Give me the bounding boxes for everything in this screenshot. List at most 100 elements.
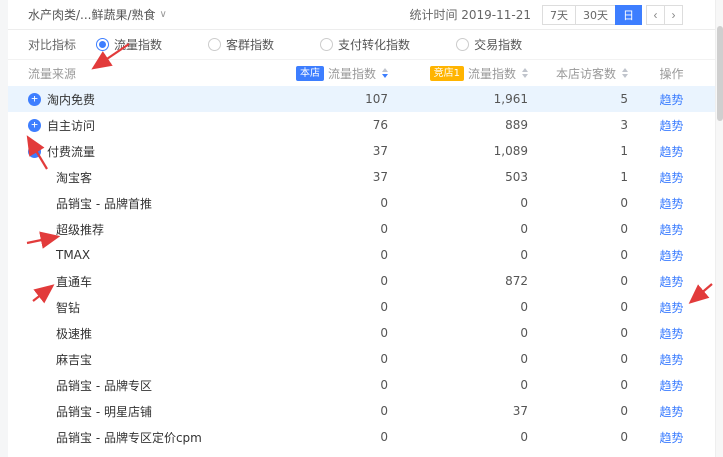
shop-visitors-value: 0 [528,326,628,340]
table-row: 麻吉宝 0 0 0 趋势 [8,346,723,372]
shop-index-value: 0 [270,430,388,444]
trend-link[interactable]: 趋势 [659,93,683,107]
trend-link[interactable]: 趋势 [659,327,683,341]
traffic-source-name: 淘内免费 [47,91,95,108]
trend-link[interactable]: 趋势 [659,353,683,367]
table-row: 智钻 0 0 0 趋势 [8,294,723,320]
radio-icon [456,38,469,51]
chevron-right-icon: › [672,8,676,22]
table-body: + 淘内免费 107 1,961 5 趋势 + 自主访问 76 889 3 趋势… [8,86,723,450]
range-day-button[interactable]: 日 [615,5,642,25]
range-30d-button[interactable]: 30天 [575,5,616,25]
traffic-source-cell: + 自主访问 [8,117,270,134]
traffic-source-name: 自主访问 [47,117,95,134]
traffic-source-name: 品销宝 - 明星店铺 [56,403,152,420]
trend-link[interactable]: 趋势 [659,145,683,159]
prev-day-button[interactable]: ‹ [646,5,665,25]
left-gutter [0,0,8,457]
traffic-source-cell: TMAX [8,248,270,262]
table-row: TMAX 0 0 0 趋势 [8,242,723,268]
traffic-source-cell: 极速推 [8,325,270,342]
rival-index-value: 0 [388,248,528,262]
traffic-source-cell: + 淘内免费 [8,91,270,108]
shop-badge: 本店 [296,66,324,81]
shop-index-value: 0 [270,300,388,314]
shop-index-value: 0 [270,274,388,288]
metric-option-traffic-index[interactable]: 流量指数 [96,36,162,53]
trend-link[interactable]: 趋势 [659,275,683,289]
shop-index-value: 0 [270,222,388,236]
shop-visitors-value: 1 [528,170,628,184]
rival-index-value: 0 [388,430,528,444]
shop-index-value: 107 [270,92,388,106]
table-row: + 淘内免费 107 1,961 5 趋势 [8,86,723,112]
expand-toggle-icon[interactable]: + [28,93,41,106]
metric-option-customer-index[interactable]: 客群指数 [208,36,274,53]
chevron-left-icon: ‹ [654,8,658,22]
radio-icon [208,38,221,51]
traffic-source-name: TMAX [56,248,90,262]
shop-visitors-value: 0 [528,300,628,314]
traffic-source-name: 超级推荐 [56,221,104,238]
rival-index-value: 1,961 [388,92,528,106]
vertical-scrollbar[interactable] [715,0,723,457]
traffic-source-cell: 品销宝 - 品牌首推 [8,195,270,212]
category-selector[interactable]: 水产肉类/...鲜蔬果/熟食 ∨ [28,6,167,23]
shop-visitors-value: 0 [528,196,628,210]
shop-visitors-value: 0 [528,404,628,418]
trend-link[interactable]: 趋势 [659,119,683,133]
metric-option-trade-index[interactable]: 交易指数 [456,36,522,53]
table-row: 品销宝 - 明星店铺 0 37 0 趋势 [8,398,723,424]
rival-index-value: 0 [388,222,528,236]
trend-link[interactable]: 趋势 [659,171,683,185]
shop-index-value: 0 [270,248,388,262]
shop-index-value: 0 [270,196,388,210]
rival-badge: 竞店1 [430,66,464,81]
traffic-source-cell: − 付费流量 [8,143,270,160]
shop-index-value: 76 [270,118,388,132]
traffic-source-name: 淘宝客 [56,169,92,186]
table-header: 流量来源 本店 流量指数 竞店1 流量指数 本店访客数 操作 [8,60,723,86]
col-shop-visitors[interactable]: 本店访客数 [528,65,628,82]
table-row: 淘宝客 37 503 1 趋势 [8,164,723,190]
metric-option-label: 流量指数 [114,36,162,53]
traffic-source-name: 智钻 [56,299,80,316]
col-traffic-source: 流量来源 [8,65,270,82]
shop-visitors-value: 3 [528,118,628,132]
traffic-source-name: 极速推 [56,325,92,342]
topbar: 水产肉类/...鲜蔬果/熟食 ∨ 统计时间 2019-11-21 7天 30天 … [8,0,723,30]
shop-index-value: 0 [270,404,388,418]
expand-toggle-icon[interactable]: + [28,119,41,132]
table-row: 品销宝 - 品牌专区 0 0 0 趋势 [8,372,723,398]
col-rival-traffic-index[interactable]: 竞店1 流量指数 [388,65,528,82]
rival-index-value: 0 [388,196,528,210]
trend-link[interactable]: 趋势 [659,223,683,237]
table-row: + 自主访问 76 889 3 趋势 [8,112,723,138]
trend-link[interactable]: 趋势 [659,249,683,263]
trend-link[interactable]: 趋势 [659,301,683,315]
range-7d-button[interactable]: 7天 [542,5,576,25]
table-row: 品销宝 - 品牌首推 0 0 0 趋势 [8,190,723,216]
trend-link[interactable]: 趋势 [659,197,683,211]
shop-visitors-value: 5 [528,92,628,106]
trend-link[interactable]: 趋势 [659,405,683,419]
traffic-source-cell: 麻吉宝 [8,351,270,368]
metric-option-conversion-index[interactable]: 支付转化指数 [320,36,410,53]
rival-index-value: 0 [388,326,528,340]
rival-index-value: 37 [388,404,528,418]
next-day-button[interactable]: › [664,5,683,25]
traffic-source-name: 直通车 [56,273,92,290]
trend-link[interactable]: 趋势 [659,379,683,393]
traffic-source-cell: 直通车 [8,273,270,290]
shop-index-value: 37 [270,170,388,184]
expand-toggle-icon[interactable]: − [28,145,41,158]
rival-index-value: 0 [388,352,528,366]
table-row: 品销宝 - 品牌专区定价cpm 0 0 0 趋势 [8,424,723,450]
trend-link[interactable]: 趋势 [659,431,683,445]
shop-index-value: 0 [270,378,388,392]
shop-visitors-value: 0 [528,248,628,262]
table-row: 超级推荐 0 0 0 趋势 [8,216,723,242]
traffic-source-cell: 淘宝客 [8,169,270,186]
col-shop-traffic-index[interactable]: 本店 流量指数 [270,65,388,82]
scrollbar-thumb[interactable] [717,26,723,121]
